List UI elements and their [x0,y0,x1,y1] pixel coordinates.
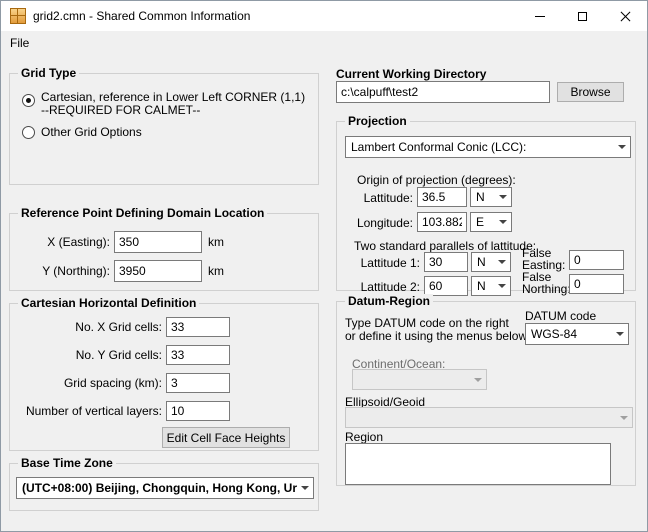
y-grid-cells-field[interactable] [166,345,230,365]
latitude-field[interactable] [417,187,467,207]
radio-other-grid-options[interactable] [22,126,35,139]
latitude-label: Lattitude: [347,191,413,205]
base-time-zone-title: Base Time Zone [18,456,116,470]
minimize-button[interactable] [518,1,561,31]
datum-code-select[interactable]: WGS-84 [525,323,629,345]
latitude2-direction-value: N [472,279,494,293]
longitude-direction-value: E [471,215,495,229]
grid-type-title: Grid Type [18,66,79,80]
x-easting-label: X (Easting): [14,235,110,249]
latitude2-field[interactable] [424,276,468,296]
window: grid2.cmn - Shared Common Information Fi… [0,0,648,532]
working-directory-label: Current Working Directory [336,67,486,81]
latitude-direction-value: N [471,190,495,204]
region-field[interactable] [345,443,611,485]
chevron-down-icon [612,324,628,344]
latitude2-label: Lattitude 2: [349,280,420,294]
latitude1-field[interactable] [424,252,468,272]
vertical-layers-label: Number of vertical layers: [14,404,162,418]
y-northing-unit: km [208,264,224,278]
chevron-down-icon [494,253,510,271]
chevron-down-icon [495,213,511,231]
radio-cartesian-label-line2: --REQUIRED FOR CALMET-- [41,103,200,117]
latitude2-direction-select[interactable]: N [471,276,511,296]
latitude1-direction-select[interactable]: N [471,252,511,272]
y-northing-label: Y (Northing): [14,264,110,278]
browse-button[interactable]: Browse [557,82,624,102]
x-grid-cells-field[interactable] [166,317,230,337]
maximize-button[interactable] [561,1,604,31]
datum-code-label: DATUM code [525,309,596,323]
projection-type-select[interactable]: Lambert Conformal Conic (LCC): [345,136,631,158]
minimize-icon [535,16,545,17]
close-icon [620,11,631,22]
standard-parallels-label: Two standard parallels of lattitude: [354,239,536,253]
longitude-label: Longitude: [347,216,413,230]
projection-title: Projection [345,114,410,128]
false-northing-field[interactable] [569,274,624,294]
x-easting-unit: km [208,235,224,249]
region-label: Region [345,430,383,444]
chevron-down-icon [614,137,630,157]
reference-point-title: Reference Point Defining Domain Location [18,206,267,220]
projection-group: Projection Lambert Conformal Conic (LCC)… [336,121,636,291]
window-title: grid2.cmn - Shared Common Information [33,9,250,23]
radio-other-grid-options-label[interactable]: Other Grid Options [41,125,142,139]
cartesian-group: Cartesian Horizontal Definition No. X Gr… [9,303,319,451]
y-grid-cells-label: No. Y Grid cells: [14,348,162,362]
grid-type-group: Grid Type Cartesian, reference in Lower … [9,73,319,185]
datum-region-group: Datum-Region Type DATUM code on the righ… [336,301,636,486]
app-icon [10,8,26,24]
x-easting-field[interactable] [114,231,202,253]
longitude-field[interactable] [417,212,467,232]
radio-cartesian[interactable] [22,94,35,107]
close-button[interactable] [604,1,647,31]
chevron-down-icon [494,277,510,295]
x-grid-cells-label: No. X Grid cells: [14,320,162,334]
edit-cell-face-heights-button[interactable]: Edit Cell Face Heights [162,427,290,448]
origin-of-projection-label: Origin of projection (degrees): [357,173,516,187]
radio-cartesian-label-line1[interactable]: Cartesian, reference in Lower Left CORNE… [41,90,305,104]
datum-hint-line2: or define it using the menus below: [345,329,530,343]
chevron-down-icon [495,188,511,206]
window-controls [518,1,647,31]
latitude1-label: Lattitude 1: [349,256,420,270]
ellipsoid-geoid-select [345,407,633,428]
chevron-down-icon [470,370,486,389]
datum-region-title: Datum-Region [345,294,433,308]
chevron-down-icon [616,408,632,427]
menu-file[interactable]: File [1,32,38,55]
base-time-zone-group: Base Time Zone (UTC+08:00) Beijing, Chon… [9,463,319,511]
chevron-down-icon [297,478,313,498]
reference-point-group: Reference Point Defining Domain Location… [9,213,319,291]
datum-hint-line1: Type DATUM code on the right [345,316,509,330]
grid-spacing-label: Grid spacing (km): [14,376,162,390]
menu-bar: File [1,31,647,56]
time-zone-select[interactable]: (UTC+08:00) Beijing, Chongquin, Hong Kon… [16,477,314,499]
latitude1-direction-value: N [472,255,494,269]
time-zone-value: (UTC+08:00) Beijing, Chongquin, Hong Kon… [17,481,297,495]
title-bar: grid2.cmn - Shared Common Information [1,1,647,31]
grid-spacing-field[interactable] [166,373,230,393]
false-northing-label-line2: Northing: [522,282,571,296]
vertical-layers-field[interactable] [166,401,230,421]
longitude-direction-select[interactable]: E [470,212,512,232]
projection-type-value: Lambert Conformal Conic (LCC): [346,140,614,154]
continent-ocean-select [352,369,487,390]
datum-code-value: WGS-84 [526,327,612,341]
y-northing-field[interactable] [114,260,202,282]
cartesian-title: Cartesian Horizontal Definition [18,296,199,310]
false-easting-field[interactable] [569,250,624,270]
latitude-direction-select[interactable]: N [470,187,512,207]
maximize-icon [578,12,587,21]
working-directory-field[interactable] [336,81,550,103]
